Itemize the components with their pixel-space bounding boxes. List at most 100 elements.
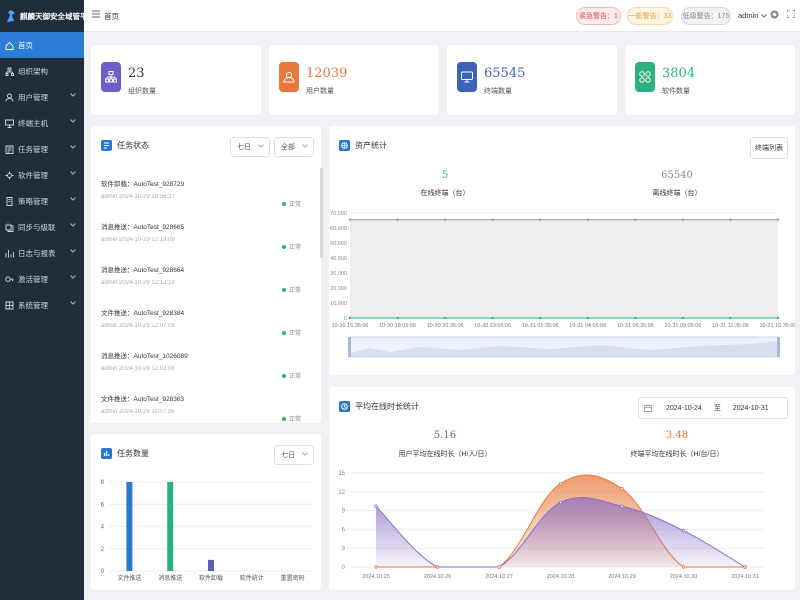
x-tick-label: 10-30 18:05:06 [379,323,416,329]
task-item[interactable]: 文件推送：AutoTest_928384 admin 2024-10-29 12:… [101,307,301,347]
task-status: 正常 [281,328,301,337]
y-tick-label: 50,000 [330,241,347,247]
x-tick-label: 10-30 15:35:06 [331,323,368,329]
sidebar-item-home[interactable]: 首页 [0,32,84,58]
x-tick-label: 10-31 15:35:06 [759,323,795,329]
task-item[interactable]: 文件推送：AutoTest_928363 admin 2024-10-29 11:… [101,393,301,433]
sidebar-item-chart[interactable]: 日志与报表 [0,240,84,266]
data-point [435,565,440,569]
data-point [681,316,685,320]
app-logo: 麒麟天御安全域管平台 [0,0,95,32]
sidebar-item-settings[interactable]: 系统管理 [0,292,84,318]
x-tick-label: 重置密码 [281,574,305,582]
chevron-down-icon [70,171,76,175]
gear-icon [5,171,14,180]
task-status: 正常 [281,199,301,208]
data-point [491,218,494,221]
data-point [743,565,747,569]
x-tick-label: 2024.10.29 [608,574,636,580]
data-point [586,316,589,320]
sidebar-item-gear[interactable]: 软件管理 [0,162,84,188]
x-tick-label: 2024.10.28 [547,574,575,580]
y-tick-label: 12 [338,490,345,496]
data-point [776,218,780,221]
sidebar-item-org[interactable]: 组织架构 [0,58,84,84]
data-point [586,218,589,221]
series-area [376,497,745,567]
x-tick-label: 软件统计 [240,574,264,582]
task-count-chart: 0 2 4 6 8 文件推送 消息推送 软件卸载 软件统计 重置密码 [101,480,313,582]
stat-value: 65545 [484,66,526,81]
x-tick-label: 2024.10.30 [670,574,698,580]
x-tick-label: 软件卸载 [199,574,223,582]
status-dot [281,287,286,292]
user-icon [5,93,14,102]
sidebar-item-policy[interactable]: 策略管理 [0,188,84,214]
sidebar-item-task[interactable]: 任务管理 [0,136,84,162]
y-tick-label: 3 [342,546,346,552]
sidebar-item-label: 策略管理 [18,196,48,206]
y-tick-label: 0 [342,565,346,571]
home-icon [5,41,14,50]
x-tick-label: 文件推送 [117,574,141,582]
stat-card-terminal[interactable]: 65545 终端数量 [447,45,617,115]
asset-chart: 0 10,000 20,000 30,000 40,000 50,000 60,000 70,… [330,211,795,358]
sidebar-item-label: 激活管理 [18,274,48,284]
data-point [396,316,399,320]
breadcrumb[interactable]: 首页 [104,11,119,22]
task-icon [5,145,14,154]
y-tick-label: 9 [342,509,346,515]
stat-card-org[interactable]: 23 组织数量 [91,45,261,115]
user-menu[interactable]: admin [738,11,767,20]
sidebar-item-user[interactable]: 用户管理 [0,84,84,110]
task-status: 正常 [281,414,301,423]
urgent-alert-badge[interactable]: 紧急警告：1 [576,7,621,25]
stat-label: 用户数量 [306,88,334,95]
status-dot [281,416,286,421]
stat-card-software[interactable]: 3804 软件数量 [625,45,795,115]
scrollbar-thumb[interactable] [320,168,323,258]
hamburger-icon[interactable] [92,10,100,18]
data-point [539,218,542,221]
task-item[interactable]: 软件卸载：AutoTest_928729 admin 2024-10-29 19:… [101,178,301,218]
theme-icon[interactable] [770,10,779,19]
x-tick-label: 2024.10.31 [731,574,759,580]
period-select[interactable]: 七日 [230,137,270,157]
data-point [729,218,732,221]
low-alert-badge[interactable]: 低级警告：175 [681,7,731,25]
stat-value: 23 [128,66,145,81]
sidebar-menu: 首页 组织架构 用户管理 终端主机任务管理软件管理策略管理同步与级联日志与报表激活管理… [0,32,84,318]
data-point [491,316,494,320]
status-dot [281,330,286,335]
y-tick-label: 8 [101,480,105,486]
stat-card-user[interactable]: 12039 用户数量 [269,45,439,115]
user-icon [279,62,299,92]
fullscreen-icon[interactable] [787,10,795,18]
offline-area [350,219,778,318]
avg-online-panel: 平均在线时长统计 2024-10-24 至 2024-10-31 5.16 用户… [329,387,795,590]
chevron-down-icon [760,14,767,18]
sidebar-item-sync[interactable]: 同步与级联 [0,214,84,240]
task-meta: admin 2024-10-29 19:56:37 [101,194,175,200]
task-meta: admin 2024-10-29 12:12:18 [101,280,175,286]
normal-alert-badge[interactable]: 一般警告：33 [627,7,673,25]
datazoom-handle [348,337,351,357]
data-point [729,316,732,320]
data-point [558,500,563,505]
task-item[interactable]: 消息推送：AutoTest_1026089 admin 2024-10-29 12… [101,350,301,390]
type-select[interactable]: 全部 [274,137,314,157]
y-tick-label: 15 [338,471,345,477]
task-item[interactable]: 消息推送：AutoTest_928665 admin 2024-10-29 12:… [101,221,301,261]
task-meta: admin 2024-10-29 11:57:26 [101,409,175,415]
sidebar-item-label: 任务管理 [18,144,48,154]
bar [126,482,133,571]
x-tick-label: 10-31 01:35:06 [522,323,559,329]
sidebar-item-key[interactable]: 激活管理 [0,266,84,292]
sidebar-item-label: 同步与级联 [18,222,56,232]
chevron-down-icon [70,93,76,97]
data-point [620,504,624,508]
task-item[interactable]: 消息推送：AutoTest_928664 admin 2024-10-29 12:… [101,264,301,304]
sidebar-item-monitor[interactable]: 终端主机 [0,110,84,136]
data-point [620,486,624,491]
data-point [634,316,637,320]
